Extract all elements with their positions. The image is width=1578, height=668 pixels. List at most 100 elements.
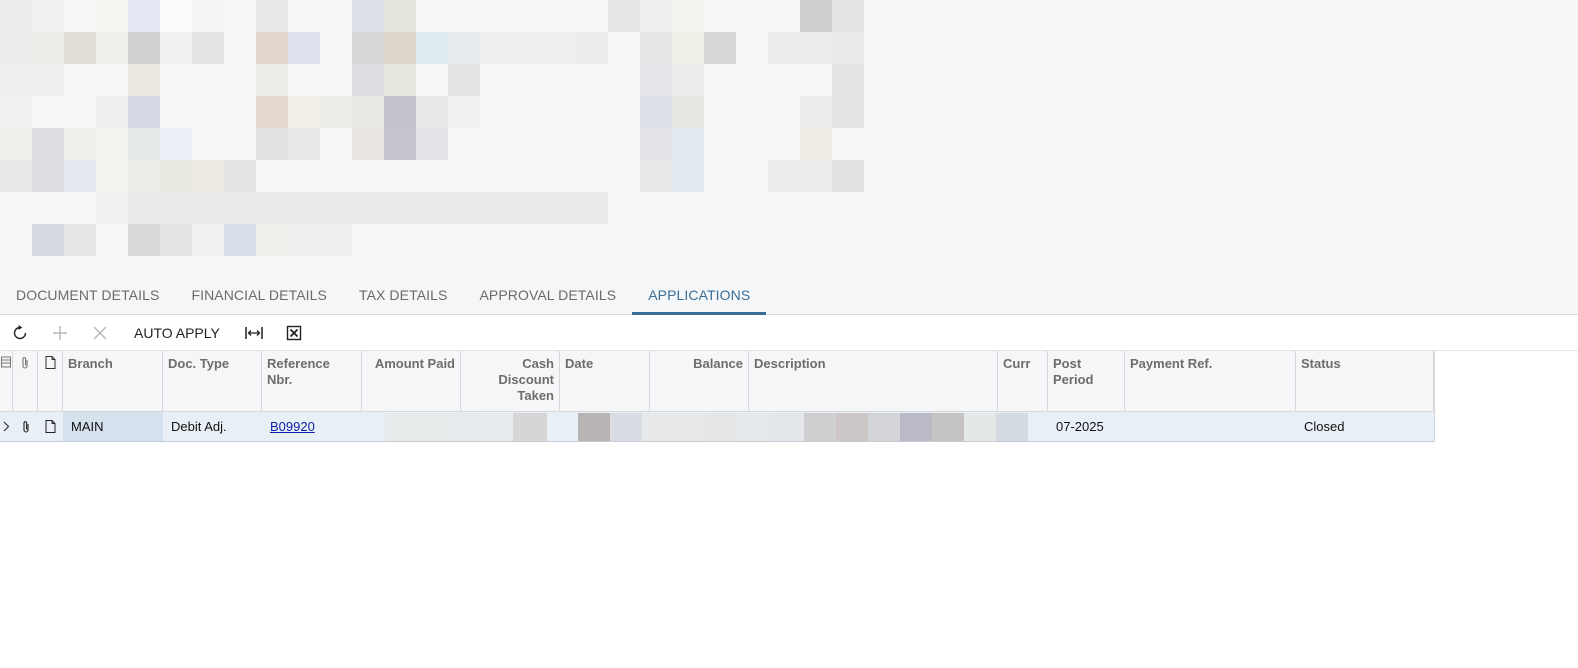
pixel-block [640,96,672,128]
close-icon [93,326,107,339]
pixel-block [384,96,416,128]
pixel-block [0,0,32,32]
cell-reference-nbr[interactable]: B09920 [262,412,362,441]
pixel-block [996,413,1028,441]
pixel-block [256,64,288,96]
pixel-block [513,413,547,441]
pixel-block [672,128,704,160]
pixel-block [384,64,416,96]
pixel-block [385,413,417,441]
pixel-block [672,64,704,96]
reference-nbr-link[interactable]: B09920 [270,419,315,434]
row-notes[interactable] [38,412,63,441]
pixel-block [32,0,64,32]
column-header-curr[interactable]: Curr [998,351,1048,411]
pixel-block [128,64,160,96]
column-header-date[interactable]: Date [560,351,650,411]
fit-columns-button[interactable] [234,317,274,349]
column-header-description[interactable]: Description [749,351,998,411]
column-header-balance[interactable]: Balance [650,351,749,411]
pixel-block [448,64,480,96]
pixel-block [320,192,352,224]
pixel-block [256,224,288,256]
pixel-block [800,0,832,32]
pixel-block [288,224,320,256]
pixel-block [256,32,288,64]
row-attachments[interactable] [13,412,38,441]
pixel-block [0,96,32,128]
tab-approval-details[interactable]: APPROVAL DETAILS [463,278,632,315]
pixel-block [738,413,770,441]
pixel-block [352,32,384,64]
pixel-block [32,32,64,64]
pixel-block [576,32,608,64]
cell-branch[interactable]: MAIN [63,412,163,441]
pixel-block [900,413,932,441]
column-header-post-period[interactable]: Post Period [1048,351,1125,411]
pixel-block [64,160,96,192]
column-header-branch[interactable]: Branch [63,351,163,411]
column-header-cash-discount[interactable]: Cash Discount Taken [461,351,560,411]
pixel-block [578,413,610,441]
pixel-block [608,0,640,32]
pixel-block [256,0,288,32]
cell-doc-type[interactable]: Debit Adj. [163,412,262,441]
pixel-block [384,32,416,64]
notes-header[interactable] [38,351,63,411]
row-expand[interactable] [0,412,13,441]
row-selector-header[interactable] [0,351,13,411]
cell-post-period[interactable]: 07-2025 [1048,412,1125,441]
pixel-block [160,128,192,160]
tab-document-details[interactable]: DOCUMENT DETAILS [0,278,175,315]
pixel-block [481,413,513,441]
chevron-right-icon [3,421,10,432]
pixel-block [448,192,480,224]
tab-financial-details[interactable]: FINANCIAL DETAILS [175,278,343,315]
paperclip-icon [22,420,29,433]
refresh-icon [13,324,27,339]
pixel-block [416,32,448,64]
pixelated-content [0,0,880,260]
column-header-reference-nbr[interactable]: Reference Nbr. [262,351,362,411]
redacted-form-area [0,0,1578,315]
pixel-block [448,32,480,64]
pixel-block [416,96,448,128]
pixel-block [96,96,128,128]
column-header-payment-ref[interactable]: Payment Ref. [1125,351,1296,411]
pixel-block [576,192,608,224]
column-header-doc-type[interactable]: Doc. Type [163,351,262,411]
pixel-block [804,413,836,441]
pixel-block [480,32,512,64]
pixel-block [448,96,480,128]
pixel-block [610,413,642,441]
pixel-block [384,192,416,224]
pixel-block [160,0,192,32]
pixel-block [224,192,256,224]
pixel-block [512,192,544,224]
pixel-block [160,192,192,224]
cell-payment-ref[interactable] [1125,412,1296,441]
pixel-block [384,128,416,160]
pixel-block [192,224,224,256]
attachments-header[interactable] [13,351,38,411]
refresh-button[interactable] [0,317,40,349]
column-header-status[interactable]: Status [1296,351,1434,411]
auto-apply-button[interactable]: AUTO APPLY [120,317,234,349]
pixel-block [32,160,64,192]
delete-row-button[interactable] [80,317,120,349]
pixel-block [64,128,96,160]
tab-tax-details[interactable]: TAX DETAILS [343,278,464,315]
pixel-block [128,192,160,224]
pixel-block [672,0,704,32]
pixel-block [768,32,800,64]
pixel-block [160,160,192,192]
cell-status[interactable]: Closed [1296,412,1434,441]
export-excel-button[interactable] [274,317,314,349]
excel-export-icon [286,325,302,340]
column-header-amount-paid[interactable]: Amount Paid [362,351,461,411]
tab-applications[interactable]: APPLICATIONS [632,278,767,315]
pixel-block [352,96,384,128]
pixel-block [64,32,96,64]
pixel-block [706,413,738,441]
add-row-button[interactable] [40,317,80,349]
